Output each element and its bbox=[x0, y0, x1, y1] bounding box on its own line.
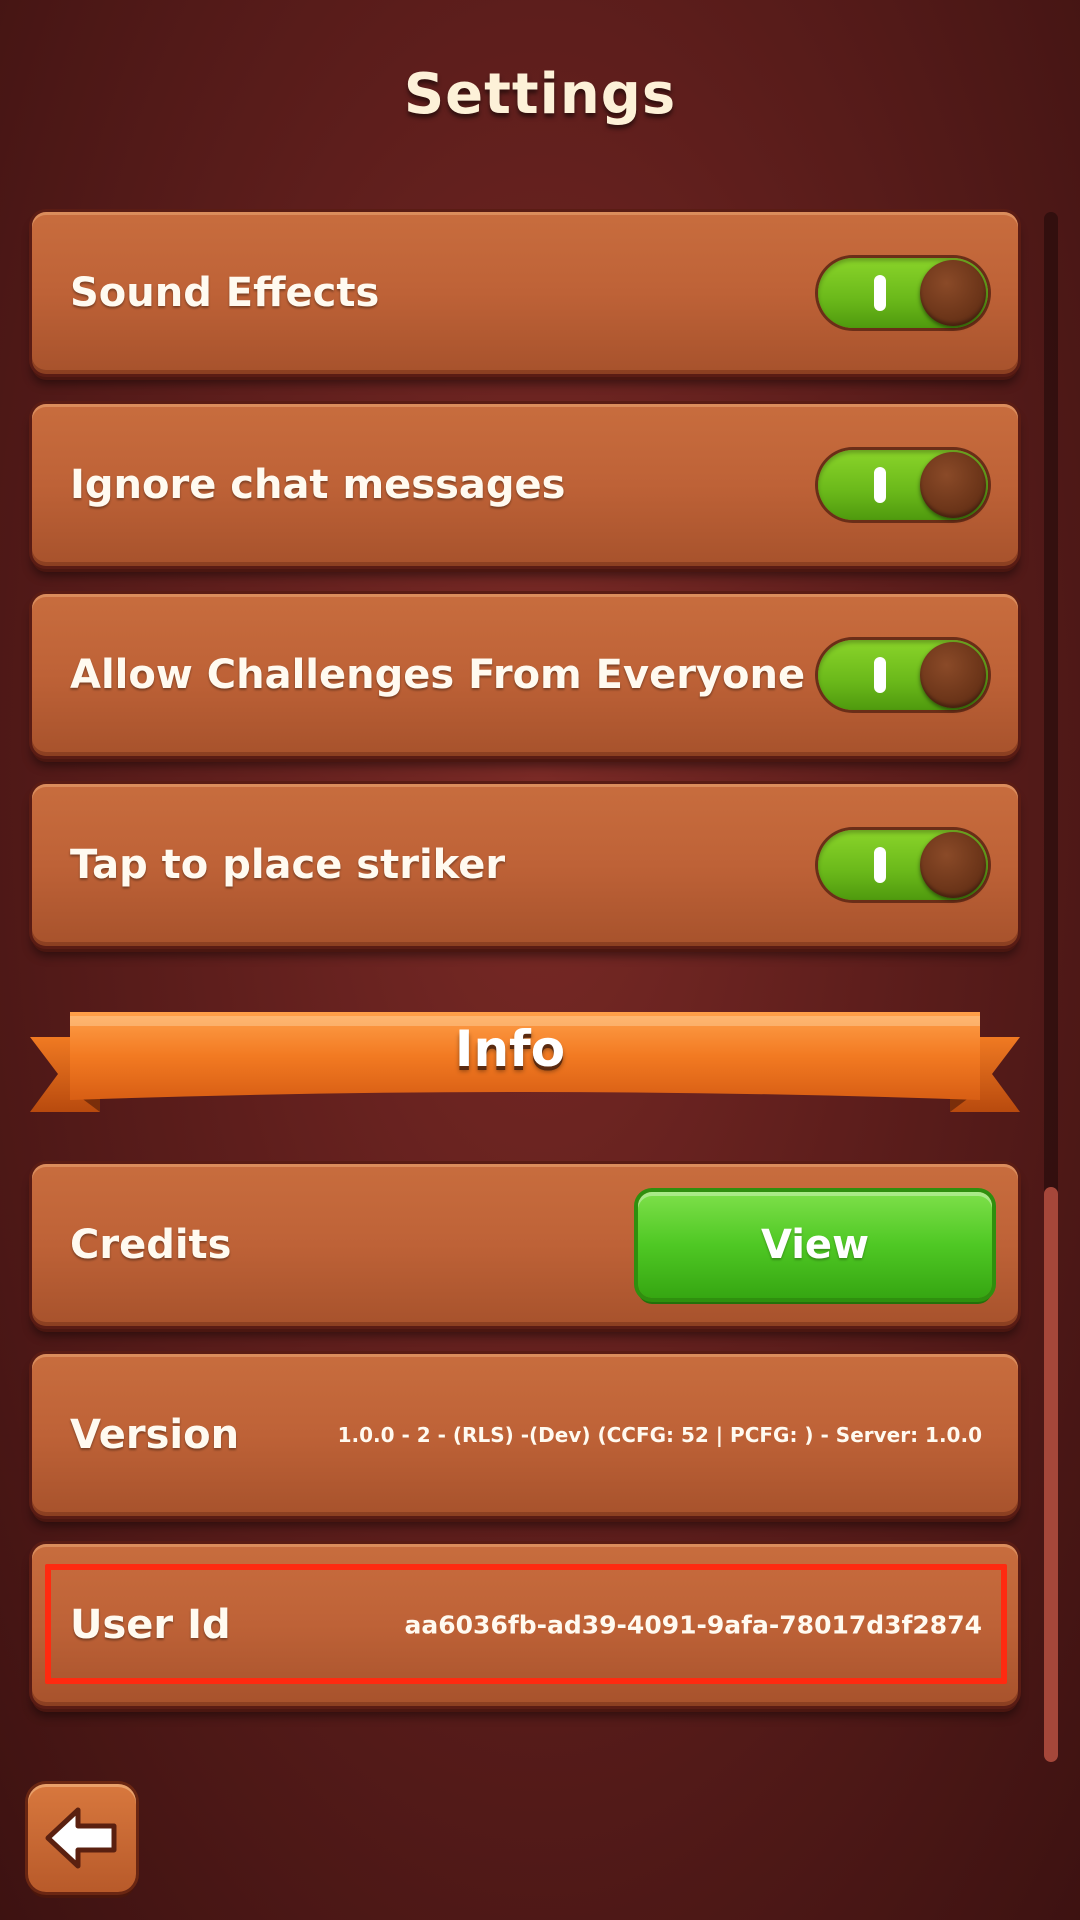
ignore-chat-toggle[interactable] bbox=[818, 450, 988, 520]
info-row-credits: Credits View bbox=[32, 1164, 1018, 1326]
info-row-version: Version 1.0.0 - 2 - (RLS) -(Dev) (CCFG: … bbox=[32, 1354, 1018, 1516]
tap-to-place-striker-toggle[interactable] bbox=[818, 830, 988, 900]
scrollbar-thumb[interactable] bbox=[1044, 1187, 1058, 1762]
toggle-knob bbox=[920, 832, 986, 898]
credits-label: Credits bbox=[70, 1222, 232, 1268]
toggle-knob bbox=[920, 260, 986, 326]
info-section-title: Info bbox=[454, 1020, 566, 1078]
setting-label: Ignore chat messages bbox=[70, 462, 566, 508]
user-id-highlight-box bbox=[45, 1564, 1007, 1684]
arrow-left-icon bbox=[45, 1807, 117, 1869]
page-title: Settings bbox=[403, 62, 677, 127]
setting-label: Tap to place striker bbox=[70, 842, 506, 888]
toggle-on-indicator bbox=[874, 467, 886, 503]
setting-row-sound-effects: Sound Effects bbox=[32, 212, 1018, 374]
toggle-on-indicator bbox=[874, 847, 886, 883]
credits-view-button[interactable]: View bbox=[638, 1192, 992, 1298]
back-button[interactable] bbox=[28, 1784, 136, 1892]
setting-label: Allow Challenges From Everyone bbox=[70, 652, 806, 698]
version-label: Version bbox=[70, 1412, 240, 1458]
toggle-on-indicator bbox=[874, 275, 886, 311]
sound-effects-toggle[interactable] bbox=[818, 258, 988, 328]
setting-label: Sound Effects bbox=[70, 270, 380, 316]
allow-challenges-toggle[interactable] bbox=[818, 640, 988, 710]
setting-row-allow-challenges: Allow Challenges From Everyone bbox=[32, 594, 1018, 756]
scrollbar-track[interactable] bbox=[1044, 212, 1058, 1762]
toggle-knob bbox=[920, 642, 986, 708]
setting-row-tap-to-place: Tap to place striker bbox=[32, 784, 1018, 946]
toggle-knob bbox=[920, 452, 986, 518]
setting-row-ignore-chat: Ignore chat messages bbox=[32, 404, 1018, 566]
info-ribbon: Info bbox=[30, 1012, 1020, 1122]
version-value: 1.0.0 - 2 - (RLS) -(Dev) (CCFG: 52 | PCF… bbox=[337, 1423, 982, 1447]
toggle-on-indicator bbox=[874, 657, 886, 693]
